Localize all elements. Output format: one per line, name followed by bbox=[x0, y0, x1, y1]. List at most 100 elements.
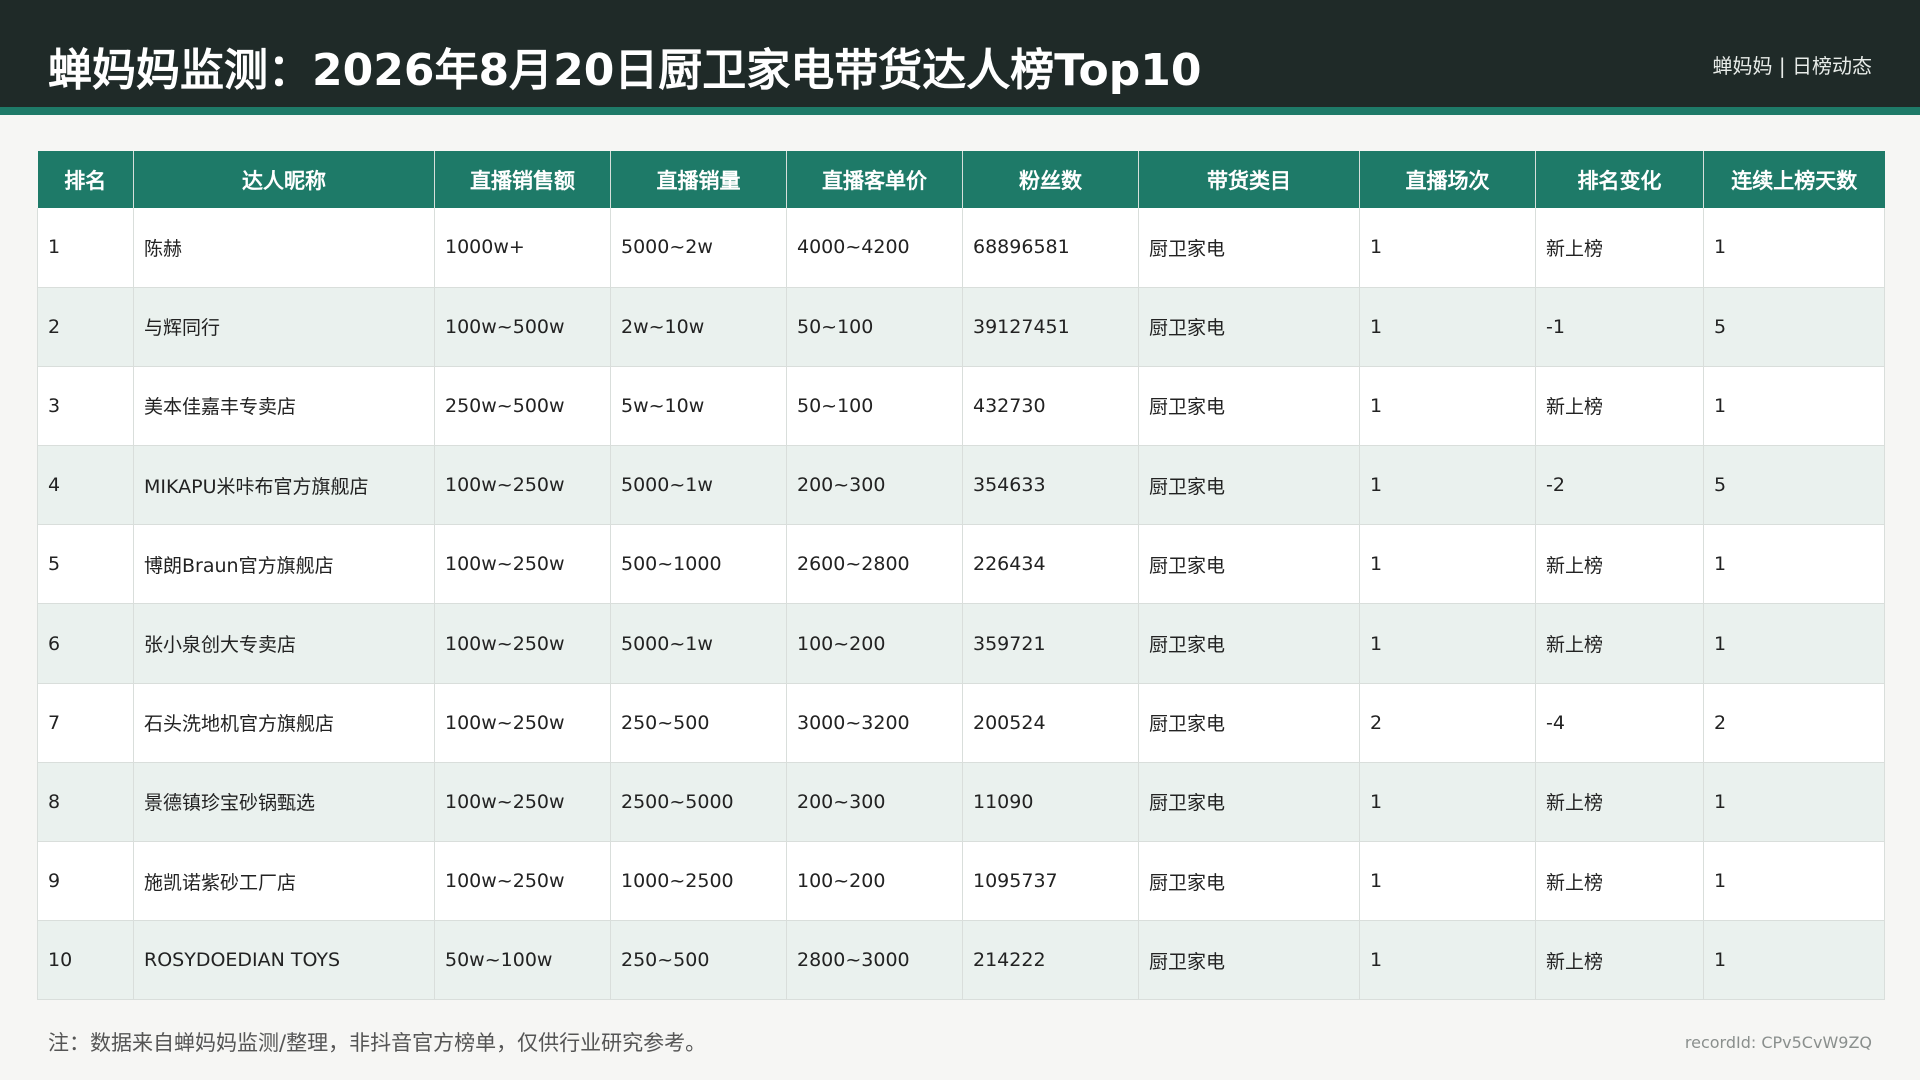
ranking-table: 排名 达人昵称 直播销售额 直播销量 直播客单价 粉丝数 带货类目 直播场次 排… bbox=[37, 151, 1885, 1001]
cell-category: 厨卫家电 bbox=[1138, 524, 1360, 605]
column-header-nickname[interactable]: 达人昵称 bbox=[133, 151, 435, 208]
table-row[interactable]: 3 美本佳嘉丰专卖店 250w~500w 5w~10w 50~100 43273… bbox=[37, 366, 1885, 447]
cell-sessions: 1 bbox=[1359, 287, 1536, 367]
cell-followers: 354633 bbox=[962, 445, 1139, 526]
table-row[interactable]: 8 景德镇珍宝砂锅甄选 100w~250w 2500~5000 200~300 … bbox=[37, 762, 1885, 843]
column-header-category[interactable]: 带货类目 bbox=[1138, 151, 1360, 208]
cell-rank: 7 bbox=[37, 683, 134, 763]
cell-streak-days: 1 bbox=[1703, 920, 1885, 1001]
cell-rank: 3 bbox=[37, 366, 134, 447]
cell-followers: 214222 bbox=[962, 920, 1139, 1001]
cell-sessions: 2 bbox=[1359, 683, 1536, 763]
cell-followers: 1095737 bbox=[962, 841, 1139, 922]
cell-sales-volume: 1000~2500 bbox=[610, 841, 787, 922]
page-title: 蝉妈妈监测：2026年8月20日厨卫家电带货达人榜Top10 bbox=[48, 45, 1202, 96]
table-row[interactable]: 4 MIKAPU米咔布官方旗舰店 100w~250w 5000~1w 200~3… bbox=[37, 445, 1885, 526]
cell-sales-amount: 100w~250w bbox=[434, 603, 611, 684]
cell-followers: 68896581 bbox=[962, 208, 1139, 288]
page-header: 蝉妈妈监测：2026年8月20日厨卫家电带货达人榜Top10 蝉妈妈 | 日榜动… bbox=[0, 0, 1920, 115]
cell-sales-amount: 250w~500w bbox=[434, 366, 611, 447]
cell-rank: 9 bbox=[37, 841, 134, 922]
cell-unit-price: 4000~4200 bbox=[786, 208, 963, 288]
cell-rank: 6 bbox=[37, 603, 134, 684]
cell-rank: 8 bbox=[37, 762, 134, 843]
table-row[interactable]: 5 博朗Braun官方旗舰店 100w~250w 500~1000 2600~2… bbox=[37, 524, 1885, 605]
cell-category: 厨卫家电 bbox=[1138, 841, 1360, 922]
cell-sales-volume: 250~500 bbox=[610, 920, 787, 1001]
column-header-rank[interactable]: 排名 bbox=[37, 151, 134, 208]
cell-category: 厨卫家电 bbox=[1138, 287, 1360, 367]
column-header-sessions[interactable]: 直播场次 bbox=[1359, 151, 1536, 208]
cell-unit-price: 100~200 bbox=[786, 841, 963, 922]
cell-sessions: 1 bbox=[1359, 208, 1536, 288]
cell-streak-days: 1 bbox=[1703, 841, 1885, 922]
footer-note: 注：数据来自蝉妈妈监测/整理，非抖音官方榜单，仅供行业研究参考。 bbox=[48, 1031, 707, 1055]
cell-rank-change: 新上榜 bbox=[1535, 603, 1704, 684]
cell-unit-price: 200~300 bbox=[786, 445, 963, 526]
cell-streak-days: 1 bbox=[1703, 366, 1885, 447]
column-header-unit-price[interactable]: 直播客单价 bbox=[786, 151, 963, 208]
ranking-table-container: 排名 达人昵称 直播销售额 直播销量 直播客单价 粉丝数 带货类目 直播场次 排… bbox=[37, 151, 1885, 1001]
cell-sales-volume: 500~1000 bbox=[610, 524, 787, 605]
cell-nickname: ROSYDOEDIAN TOYS bbox=[133, 920, 435, 1001]
cell-sales-volume: 5w~10w bbox=[610, 366, 787, 447]
cell-streak-days: 1 bbox=[1703, 208, 1885, 288]
column-header-followers[interactable]: 粉丝数 bbox=[962, 151, 1139, 208]
cell-sales-amount: 100w~250w bbox=[434, 841, 611, 922]
cell-rank-change: -1 bbox=[1535, 287, 1704, 367]
cell-nickname: 与辉同行 bbox=[133, 287, 435, 367]
cell-sales-amount: 1000w+ bbox=[434, 208, 611, 288]
cell-rank-change: 新上榜 bbox=[1535, 366, 1704, 447]
cell-nickname: 博朗Braun官方旗舰店 bbox=[133, 524, 435, 605]
cell-rank-change: 新上榜 bbox=[1535, 920, 1704, 1001]
cell-category: 厨卫家电 bbox=[1138, 920, 1360, 1001]
table-row[interactable]: 6 张小泉创大专卖店 100w~250w 5000~1w 100~200 359… bbox=[37, 603, 1885, 684]
cell-nickname: MIKAPU米咔布官方旗舰店 bbox=[133, 445, 435, 526]
column-header-sales-volume[interactable]: 直播销量 bbox=[610, 151, 787, 208]
cell-sales-amount: 100w~250w bbox=[434, 445, 611, 526]
record-id: recordId: CPv5CvW9ZQ bbox=[1684, 1033, 1872, 1052]
cell-sales-volume: 2w~10w bbox=[610, 287, 787, 367]
cell-sales-amount: 100w~250w bbox=[434, 524, 611, 605]
cell-nickname: 景德镇珍宝砂锅甄选 bbox=[133, 762, 435, 843]
table-row[interactable]: 10 ROSYDOEDIAN TOYS 50w~100w 250~500 280… bbox=[37, 920, 1885, 1001]
column-header-rank-change[interactable]: 排名变化 bbox=[1535, 151, 1704, 208]
cell-sales-volume: 5000~2w bbox=[610, 208, 787, 288]
cell-rank-change: 新上榜 bbox=[1535, 208, 1704, 288]
cell-followers: 11090 bbox=[962, 762, 1139, 843]
cell-nickname: 施凯诺紫砂工厂店 bbox=[133, 841, 435, 922]
column-header-streak-days[interactable]: 连续上榜天数 bbox=[1703, 151, 1885, 208]
cell-unit-price: 3000~3200 bbox=[786, 683, 963, 763]
cell-sessions: 1 bbox=[1359, 603, 1536, 684]
cell-streak-days: 5 bbox=[1703, 445, 1885, 526]
cell-followers: 432730 bbox=[962, 366, 1139, 447]
cell-nickname: 美本佳嘉丰专卖店 bbox=[133, 366, 435, 447]
cell-sessions: 1 bbox=[1359, 762, 1536, 843]
cell-sales-amount: 100w~250w bbox=[434, 762, 611, 843]
cell-rank-change: 新上榜 bbox=[1535, 841, 1704, 922]
cell-followers: 200524 bbox=[962, 683, 1139, 763]
cell-followers: 359721 bbox=[962, 603, 1139, 684]
cell-sales-volume: 250~500 bbox=[610, 683, 787, 763]
table-row[interactable]: 9 施凯诺紫砂工厂店 100w~250w 1000~2500 100~200 1… bbox=[37, 841, 1885, 922]
table-row[interactable]: 7 石头洗地机官方旗舰店 100w~250w 250~500 3000~3200… bbox=[37, 683, 1885, 763]
cell-sessions: 1 bbox=[1359, 841, 1536, 922]
table-row[interactable]: 2 与辉同行 100w~500w 2w~10w 50~100 39127451 … bbox=[37, 287, 1885, 367]
cell-unit-price: 50~100 bbox=[786, 366, 963, 447]
cell-category: 厨卫家电 bbox=[1138, 445, 1360, 526]
cell-rank-change: -2 bbox=[1535, 445, 1704, 526]
cell-sales-amount: 50w~100w bbox=[434, 920, 611, 1001]
cell-sales-volume: 5000~1w bbox=[610, 445, 787, 526]
cell-sessions: 1 bbox=[1359, 445, 1536, 526]
cell-unit-price: 100~200 bbox=[786, 603, 963, 684]
cell-sessions: 1 bbox=[1359, 366, 1536, 447]
table-header-row: 排名 达人昵称 直播销售额 直播销量 直播客单价 粉丝数 带货类目 直播场次 排… bbox=[37, 151, 1885, 208]
table-row[interactable]: 1 陈赫 1000w+ 5000~2w 4000~4200 68896581 厨… bbox=[37, 208, 1885, 288]
cell-unit-price: 50~100 bbox=[786, 287, 963, 367]
cell-streak-days: 2 bbox=[1703, 683, 1885, 763]
cell-rank: 10 bbox=[37, 920, 134, 1001]
cell-rank-change: 新上榜 bbox=[1535, 524, 1704, 605]
cell-sessions: 1 bbox=[1359, 920, 1536, 1001]
column-header-sales-amount[interactable]: 直播销售额 bbox=[434, 151, 611, 208]
cell-category: 厨卫家电 bbox=[1138, 762, 1360, 843]
